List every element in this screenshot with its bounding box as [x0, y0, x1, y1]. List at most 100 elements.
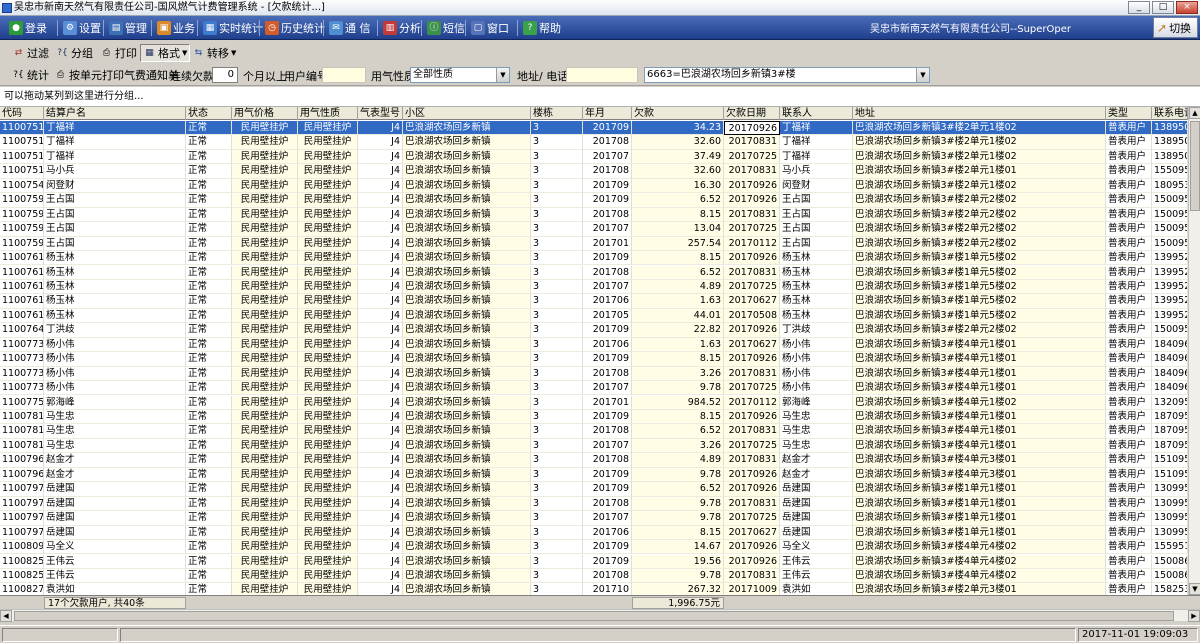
- column-header-arrears-date[interactable]: 欠款日期: [724, 107, 780, 120]
- realtime-stats-menu-button[interactable]: ▦ 实时统计: [200, 18, 266, 38]
- column-header-phone[interactable]: 联系电话: [1152, 107, 1188, 120]
- cell-gas-price: 民用壁挂炉: [232, 568, 298, 584]
- table-row[interactable]: 110079772岳建国正常民用壁挂炉民用壁挂炉J4巴浪湖农场回乡新镇32017…: [0, 525, 1188, 540]
- print-button[interactable]: ⎙ 打印: [98, 44, 139, 62]
- table-row[interactable]: 110082725袁洪如正常民用壁挂炉民用壁挂炉J4巴浪湖农场回乡新镇32017…: [0, 583, 1188, 595]
- column-header-meter-model[interactable]: 气表型号: [358, 107, 403, 120]
- table-row[interactable]: 110082577王伟云正常民用壁挂炉民用壁挂炉J4巴浪湖农场回乡新镇32017…: [0, 554, 1188, 569]
- column-header-code[interactable]: 代码: [0, 107, 44, 120]
- table-row[interactable]: 110080972马全义正常民用壁挂炉民用壁挂炉J4巴浪湖农场回乡新镇32017…: [0, 540, 1188, 555]
- window-icon: ▢: [471, 21, 485, 35]
- column-header-type[interactable]: 类型: [1106, 107, 1152, 120]
- table-row[interactable]: 110077370杨小伟正常民用壁挂炉民用壁挂炉J4巴浪湖农场回乡新镇32017…: [0, 352, 1188, 367]
- table-row[interactable]: 110079616赵金才正常民用壁挂炉民用壁挂炉J4巴浪湖农场回乡新镇32017…: [0, 467, 1188, 483]
- table-row[interactable]: 110075913王占国正常民用壁挂炉民用壁挂炉J4巴浪湖农场回乡新镇32017…: [0, 236, 1188, 251]
- table-row[interactable]: 110076402丁洪歧正常民用壁挂炉民用壁挂炉J4巴浪湖农场回乡新镇32017…: [0, 323, 1188, 338]
- minimize-button[interactable]: _: [1128, 1, 1150, 14]
- column-header-community[interactable]: 小区: [403, 107, 531, 120]
- table-row[interactable]: 110075177丁福祥正常民用壁挂炉民用壁挂炉J4巴浪湖农场回乡新镇32017…: [0, 149, 1188, 165]
- chevron-down-icon[interactable]: ▼: [916, 68, 929, 82]
- table-row[interactable]: 110076119杨玉林正常民用壁挂炉民用壁挂炉J4巴浪湖农场回乡新镇32017…: [0, 279, 1188, 295]
- cell-address: 巴浪湖农场回乡新镇3#楼2单元1楼02: [853, 178, 1106, 194]
- table-row[interactable]: 110078136马生忠正常民用壁挂炉民用壁挂炉J4巴浪湖农场回乡新镇32017…: [0, 438, 1188, 454]
- cell-gas-type: 民用壁挂炉: [298, 222, 358, 237]
- scroll-thumb[interactable]: [1190, 121, 1200, 211]
- maximize-button[interactable]: □: [1152, 1, 1174, 14]
- horizontal-scrollbar[interactable]: ◀ ▶: [0, 609, 1200, 622]
- community-select[interactable]: 6663=巴浪湖农场回乡新镇3#楼 ▼: [644, 67, 930, 83]
- user-no-input[interactable]: [322, 67, 366, 83]
- login-menu-button[interactable]: ● 登录: [6, 18, 50, 38]
- table-row[interactable]: 110076119杨玉林正常民用壁挂炉民用壁挂炉J4巴浪湖农场回乡新镇32017…: [0, 308, 1188, 324]
- filter-button[interactable]: ⇄ 过滤: [10, 44, 51, 62]
- help-menu-button[interactable]: ? 帮助: [520, 18, 564, 38]
- scroll-up-icon[interactable]: ▲: [1189, 107, 1200, 119]
- communication-menu-button[interactable]: ✉ 通 信: [326, 18, 374, 38]
- cell-year-month: 201709: [583, 193, 632, 208]
- table-row[interactable]: 110077370杨小伟正常民用壁挂炉民用壁挂炉J4巴浪湖农场回乡新镇32017…: [0, 381, 1188, 396]
- column-header-year-month[interactable]: 年月: [583, 107, 632, 120]
- table-row[interactable]: 110075198马小兵正常民用壁挂炉民用壁挂炉J4巴浪湖农场回乡新镇32017…: [0, 164, 1188, 179]
- transfer-button[interactable]: ⇆ 转移 ▼: [190, 44, 238, 62]
- table-row[interactable]: 110078136马生忠正常民用壁挂炉民用壁挂炉J4巴浪湖农场回乡新镇32017…: [0, 410, 1188, 425]
- table-row[interactable]: 110075177丁福祥正常民用壁挂炉民用壁挂炉J4巴浪湖农场回乡新镇32017…: [0, 135, 1188, 150]
- column-header-status[interactable]: 状态: [186, 107, 232, 120]
- table-row[interactable]: 110077370杨小伟正常民用壁挂炉民用壁挂炉J4巴浪湖农场回乡新镇32017…: [0, 366, 1188, 382]
- scroll-down-icon[interactable]: ▼: [1189, 583, 1200, 595]
- manage-menu-button[interactable]: ▤ 管理: [106, 18, 150, 38]
- table-row[interactable]: 110079772岳建国正常民用壁挂炉民用壁挂炉J4巴浪湖农场回乡新镇32017…: [0, 482, 1188, 497]
- settings-menu-button[interactable]: ⚙ 设置: [60, 18, 104, 38]
- column-header-account-name[interactable]: 结算户名: [44, 107, 186, 120]
- table-row[interactable]: 110075177丁福祥正常民用壁挂炉民用壁挂炉J4巴浪湖农场回乡新镇32017…: [0, 121, 1188, 136]
- table-row[interactable]: 110076119杨玉林正常民用壁挂炉民用壁挂炉J4巴浪湖农场回乡新镇32017…: [0, 294, 1188, 309]
- business-menu-button[interactable]: ▣ 业务: [154, 18, 198, 38]
- sms-menu-button[interactable]: ⓘ 短信: [424, 18, 468, 38]
- group-by-panel[interactable]: 可以拖动某列到这里进行分组...: [0, 87, 1200, 107]
- vertical-scrollbar[interactable]: ▲ ▼: [1188, 107, 1200, 595]
- column-header-gas-price[interactable]: 用气价格: [232, 107, 298, 120]
- group-button[interactable]: ?{ 分组: [54, 44, 95, 62]
- window-menu-button[interactable]: ▢ 窗口: [468, 18, 512, 38]
- table-row[interactable]: 110077588郭海峰正常民用壁挂炉民用壁挂炉J4巴浪湖农场回乡新镇32017…: [0, 395, 1188, 410]
- address-phone-input[interactable]: [566, 67, 638, 83]
- history-stats-menu-button[interactable]: ◷ 历史统计: [262, 18, 328, 38]
- table-row[interactable]: 110082577王伟云正常民用壁挂炉民用壁挂炉J4巴浪湖农场回乡新镇32017…: [0, 568, 1188, 584]
- table-row[interactable]: 110077370杨小伟正常民用壁挂炉民用壁挂炉J4巴浪湖农场回乡新镇32017…: [0, 337, 1188, 353]
- scroll-left-icon[interactable]: ◀: [0, 610, 12, 622]
- cell-gas-type: 民用壁挂炉: [298, 279, 358, 295]
- table-row[interactable]: 110075913王占国正常民用壁挂炉民用壁挂炉J4巴浪湖农场回乡新镇32017…: [0, 207, 1188, 223]
- analysis-menu-button[interactable]: ▥ 分析: [380, 18, 424, 38]
- cell-meter-model: J4: [358, 496, 403, 512]
- cell-phone: 1399523: [1152, 279, 1188, 295]
- consecutive-months-input[interactable]: 0: [212, 67, 238, 83]
- table-row[interactable]: 110079616赵金才正常民用壁挂炉民用壁挂炉J4巴浪湖农场回乡新镇32017…: [0, 453, 1188, 468]
- cell-code: 110082725: [0, 583, 44, 595]
- chevron-down-icon[interactable]: ▼: [496, 68, 509, 82]
- close-button[interactable]: ×: [1176, 1, 1198, 14]
- cell-year-month: 201709: [583, 482, 632, 497]
- column-header-gas-type[interactable]: 用气性质: [298, 107, 358, 120]
- switch-user-button[interactable]: ➚ 切换: [1153, 17, 1198, 38]
- scroll-right-icon[interactable]: ▶: [1188, 610, 1200, 622]
- column-header-contact[interactable]: 联系人: [780, 107, 853, 120]
- gas-type-select[interactable]: 全部性质 ▼: [410, 67, 510, 83]
- format-button[interactable]: ▦ 格式 ▼: [140, 44, 191, 62]
- table-row[interactable]: 110079772岳建国正常民用壁挂炉民用壁挂炉J4巴浪湖农场回乡新镇32017…: [0, 496, 1188, 512]
- column-header-building[interactable]: 楼栋: [531, 107, 583, 120]
- arrears-grid[interactable]: 代码 结算户名 状态 用气价格 用气性质 气表型号 小区 楼栋 年月 欠款 欠款日期 联系人 地址 类型联…: [0, 107, 1188, 595]
- table-row[interactable]: 110076119杨玉林正常民用壁挂炉民用壁挂炉J4巴浪湖农场回乡新镇32017…: [0, 265, 1188, 280]
- table-row[interactable]: 110075913王占国正常民用壁挂炉民用壁挂炉J4巴浪湖农场回乡新镇32017…: [0, 193, 1188, 208]
- table-row[interactable]: 110079772岳建国正常民用壁挂炉民用壁挂炉J4巴浪湖农场回乡新镇32017…: [0, 511, 1188, 526]
- h-scroll-thumb[interactable]: [14, 611, 1174, 621]
- column-header-address[interactable]: 地址: [853, 107, 1106, 120]
- print-notice-button[interactable]: ⎙ 按单元打印气费通知单: [52, 66, 181, 84]
- stats-button[interactable]: ?{ 统计: [10, 66, 51, 84]
- table-row[interactable]: 110075476闵登财正常民用壁挂炉民用壁挂炉J4巴浪湖农场回乡新镇32017…: [0, 178, 1188, 194]
- cell-contact: 岳建国: [780, 482, 853, 497]
- cell-year-month: 201701: [583, 395, 632, 410]
- table-row[interactable]: 110078136马生忠正常民用壁挂炉民用壁挂炉J4巴浪湖农场回乡新镇32017…: [0, 424, 1188, 439]
- table-row[interactable]: 110075913王占国正常民用壁挂炉民用壁挂炉J4巴浪湖农场回乡新镇32017…: [0, 222, 1188, 237]
- cell-arrears-date: 20170831: [724, 366, 780, 382]
- column-header-arrears[interactable]: 欠款: [632, 107, 724, 120]
- table-row[interactable]: 110076119杨玉林正常民用壁挂炉民用壁挂炉J4巴浪湖农场回乡新镇32017…: [0, 251, 1188, 266]
